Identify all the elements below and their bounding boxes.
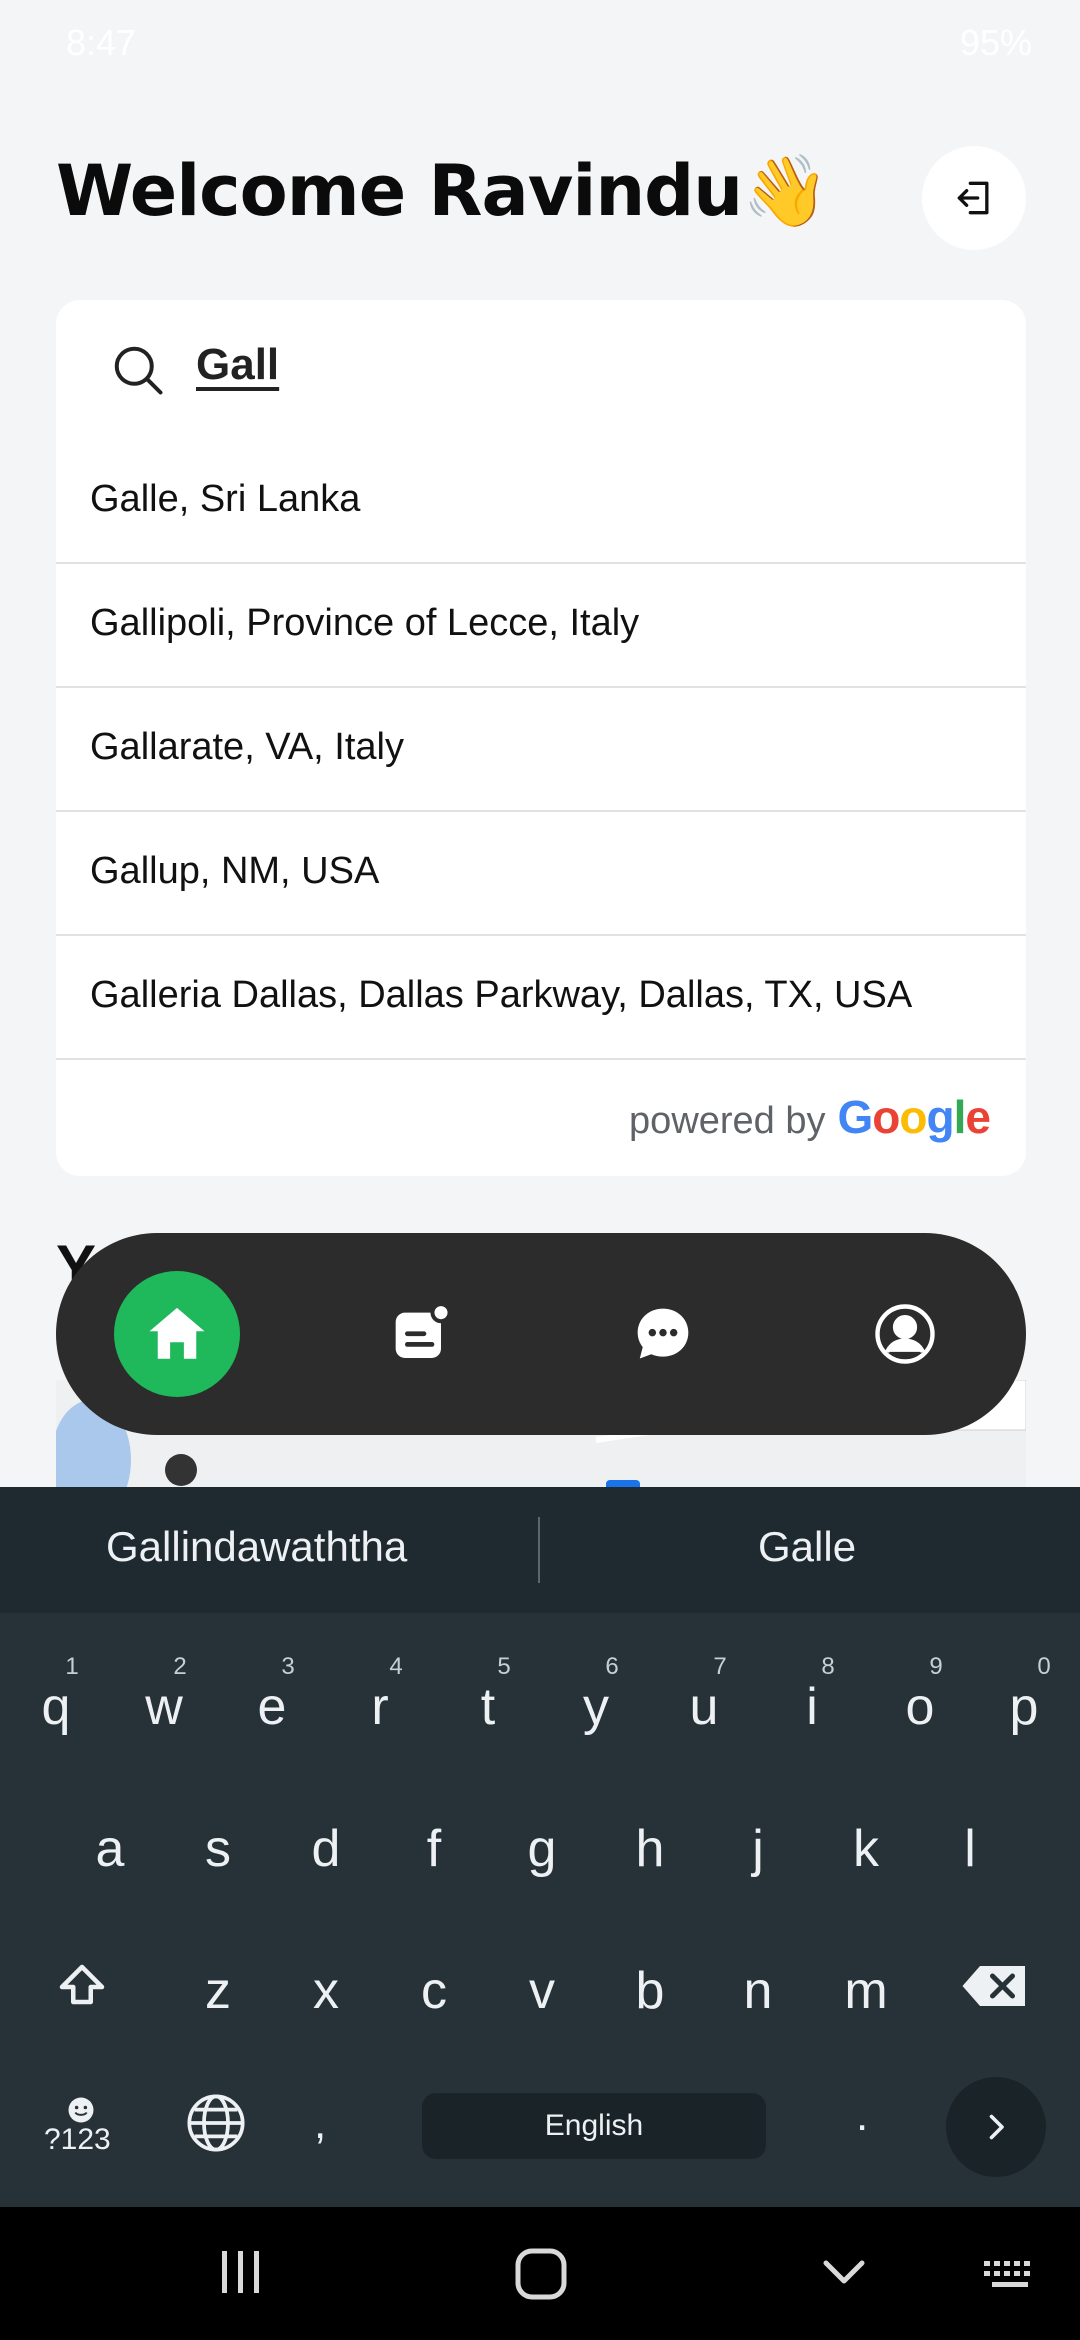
result-label: Gallarate, VA, Italy [90, 726, 404, 768]
emoji-icon [66, 2095, 106, 2125]
language-key[interactable] [184, 2091, 248, 2155]
back-button[interactable] [820, 2253, 868, 2298]
logout-button[interactable] [922, 146, 1026, 250]
nav-home-button[interactable] [114, 1271, 240, 1397]
period-key[interactable]: . [856, 2091, 868, 2141]
key-c[interactable]: c [384, 1961, 484, 2021]
key-k[interactable]: k [816, 1819, 916, 1879]
logout-icon [957, 181, 989, 215]
search-result[interactable]: Galle, Sri Lanka [56, 440, 1026, 564]
search-card: Gall Galle, Sri Lanka Gallipoli, Provinc… [56, 300, 1026, 1176]
nav-profile-button[interactable] [852, 1281, 958, 1387]
soft-keyboard: Gallindawaththa Galle 1 2 3 4 5 6 7 8 9 … [0, 1487, 1080, 2207]
suggestion-item[interactable]: Galle [758, 1523, 856, 1571]
suggestion-item[interactable]: Gallindawaththa [106, 1523, 407, 1571]
home-button[interactable] [514, 2247, 568, 2306]
key-y[interactable]: y [546, 1677, 646, 1737]
result-label: Galleria Dallas, Dallas Parkway, Dallas,… [90, 974, 913, 1016]
search-result[interactable]: Gallipoli, Province of Lecce, Italy [56, 564, 1026, 688]
key-b[interactable]: b [600, 1961, 700, 2021]
page-title: Welcome Ravindu👋 [56, 150, 829, 232]
key-p[interactable]: p [974, 1677, 1074, 1737]
key-n[interactable]: n [708, 1961, 808, 2021]
powered-by-label: powered by [629, 1100, 826, 1142]
search-input[interactable]: Gall [196, 340, 279, 390]
key-x[interactable]: x [276, 1961, 376, 2021]
search-result[interactable]: Gallup, NM, USA [56, 812, 1026, 936]
keyboard-icon [984, 2261, 1030, 2287]
chevron-down-icon [823, 2260, 865, 2284]
result-label: Gallipoli, Province of Lecce, Italy [90, 602, 640, 644]
system-nav-bar [0, 2207, 1080, 2340]
nav-chat-button[interactable] [610, 1281, 716, 1387]
home-circle-icon [515, 2248, 567, 2300]
search-result[interactable]: Gallarate, VA, Italy [56, 688, 1026, 812]
chevron-right-icon [989, 2114, 1004, 2140]
home-icon [149, 1307, 205, 1359]
google-logo: Google [837, 1091, 991, 1143]
notes-icon [395, 1302, 452, 1358]
result-label: Gallup, NM, USA [90, 850, 380, 892]
recents-icon [222, 2251, 259, 2293]
backspace-key[interactable] [960, 1961, 1030, 2011]
nav-notes-button[interactable] [368, 1281, 474, 1387]
key-l[interactable]: l [920, 1819, 1020, 1879]
key-a[interactable]: a [60, 1819, 160, 1879]
globe-icon [187, 2094, 245, 2152]
key-j[interactable]: j [708, 1819, 808, 1879]
key-h[interactable]: h [600, 1819, 700, 1879]
space-bar[interactable]: English [422, 2093, 766, 2159]
key-i[interactable]: i [762, 1677, 862, 1737]
key-g[interactable]: g [492, 1819, 592, 1879]
search-bar[interactable]: Gall [56, 300, 1026, 440]
bottom-nav [56, 1233, 1026, 1435]
key-f[interactable]: f [384, 1819, 484, 1879]
suggestion-divider [538, 1517, 540, 1583]
google-attribution: powered by Google [629, 1090, 991, 1144]
status-time: 8:47 [66, 22, 137, 63]
key-m[interactable]: m [816, 1961, 916, 2021]
key-z[interactable]: z [168, 1961, 268, 2021]
key-d[interactable]: d [276, 1819, 376, 1879]
key-s[interactable]: s [168, 1819, 268, 1879]
key-u[interactable]: u [654, 1677, 754, 1737]
backspace-icon [962, 1966, 1025, 2006]
chat-icon [637, 1308, 689, 1359]
battery-level: 95% [959, 22, 1032, 63]
status-bar: 8:47 95% [0, 0, 1080, 96]
result-label: Galle, Sri Lanka [90, 478, 361, 520]
key-t[interactable]: t [438, 1677, 538, 1737]
suggestion-bar: Gallindawaththa Galle [0, 1487, 1080, 1613]
key-v[interactable]: v [492, 1961, 592, 2021]
search-icon [114, 346, 163, 395]
key-o[interactable]: o [870, 1677, 970, 1737]
symbols-key[interactable]: ?123 [44, 2123, 111, 2157]
key-r[interactable]: r [330, 1677, 430, 1737]
shift-key[interactable] [52, 1957, 112, 2017]
key-e[interactable]: e [222, 1677, 322, 1737]
shift-icon [59, 1964, 105, 2005]
comma-key[interactable]: , [314, 2099, 326, 2149]
keyboard-toggle-button[interactable] [982, 2257, 1038, 2298]
key-q[interactable]: q [6, 1677, 106, 1737]
next-key[interactable] [946, 2077, 1046, 2177]
key-w[interactable]: w [114, 1677, 214, 1737]
profile-icon [875, 1304, 935, 1364]
recents-button[interactable] [218, 2247, 264, 2302]
search-result[interactable]: Galleria Dallas, Dallas Parkway, Dallas,… [56, 936, 1026, 1060]
